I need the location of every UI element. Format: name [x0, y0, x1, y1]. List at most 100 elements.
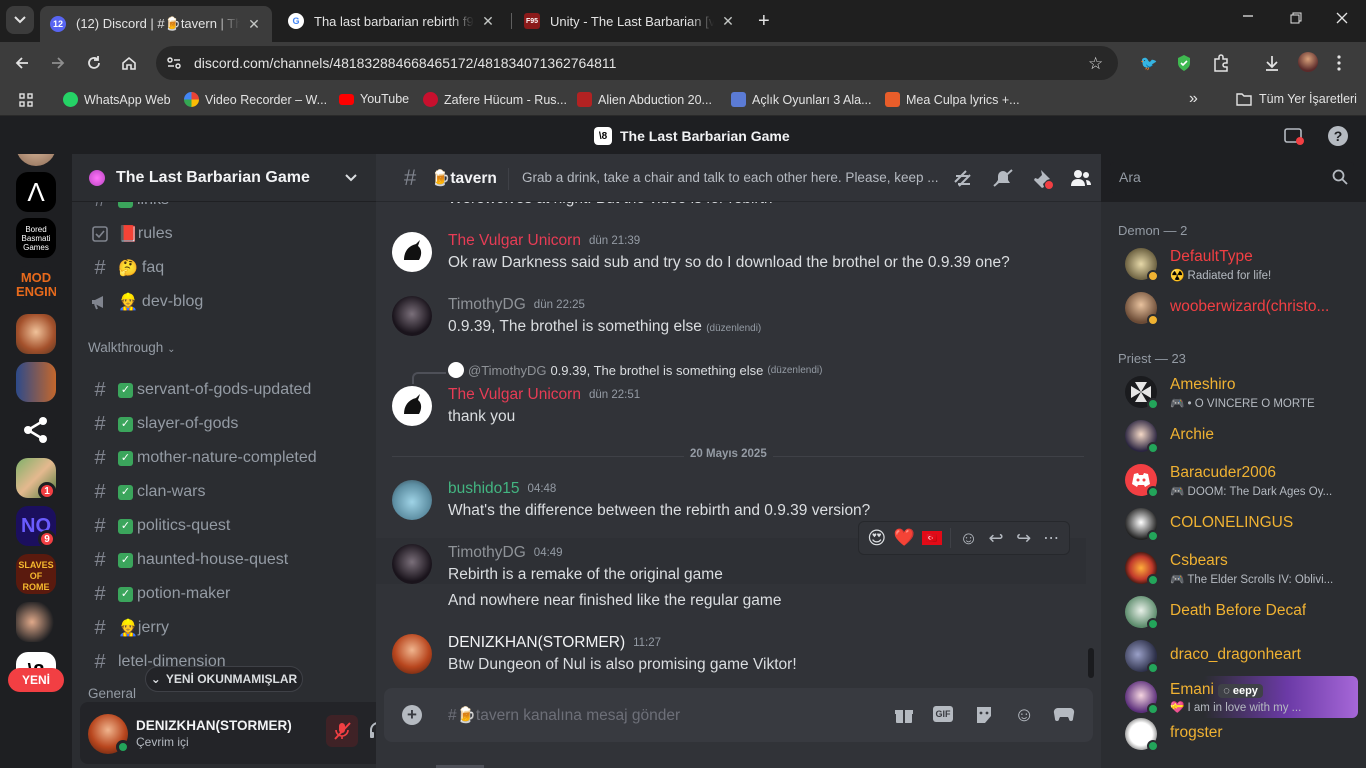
shield-extension-icon[interactable] — [1176, 54, 1192, 72]
member-item[interactable]: Death Before Decaf — [1125, 592, 1360, 636]
channel-links[interactable]: #✓links — [88, 202, 368, 216]
threads-icon[interactable] — [952, 168, 974, 188]
back-button[interactable] — [14, 55, 30, 71]
pinned-messages-icon[interactable] — [1032, 168, 1054, 190]
member-item[interactable]: DefaultType ☢️ Radiated for life! — [1125, 244, 1360, 288]
message-author[interactable]: TimothyDG — [448, 296, 526, 314]
channel-politics-quest[interactable]: # ✓ politics-quest — [88, 510, 368, 542]
browser-menu-icon[interactable] — [1336, 54, 1342, 72]
apps-grid-icon[interactable] — [19, 93, 33, 107]
gift-icon[interactable] — [894, 705, 914, 725]
add-reaction-icon[interactable]: ☺ — [955, 528, 983, 549]
user-avatar[interactable] — [392, 544, 432, 584]
new-unreads-button[interactable]: ⌄ YENİ OKUNMAMIŞLAR — [145, 666, 303, 692]
user-avatar[interactable] — [392, 480, 432, 520]
mute-mic-button[interactable] — [326, 715, 358, 747]
message-author[interactable]: The Vulgar Unicorn — [448, 232, 581, 250]
home-button[interactable] — [121, 55, 137, 71]
user-avatar[interactable] — [392, 296, 432, 336]
forward-icon[interactable]: ↪ — [1010, 528, 1038, 549]
category-general[interactable]: General — [88, 686, 136, 701]
channel-faq[interactable]: # 🤔 faq — [88, 252, 368, 284]
server-icon-share[interactable] — [16, 410, 56, 450]
channel-mother-nature-completed[interactable]: # ✓ mother-nature-completed — [88, 442, 368, 474]
browser-tab-google[interactable]: G Tha last barbarian rebirth f95 - G ✕ — [278, 6, 506, 36]
restore-window-button[interactable] — [1290, 12, 1302, 24]
browser-tab-discord[interactable]: 12 (12) Discord | #🍺tavern | The L ✕ — [40, 6, 272, 42]
search-bar[interactable]: Ara — [1110, 162, 1354, 193]
close-tab-icon[interactable]: ✕ — [480, 13, 496, 30]
channel-dev-blog[interactable]: 👷 dev-blog — [88, 286, 368, 318]
server-icon-warrior[interactable] — [16, 362, 56, 402]
member-list-icon[interactable] — [1070, 168, 1092, 188]
server-icon-bored-basmati[interactable]: Bored Basmati Games — [16, 218, 56, 258]
channel-rules[interactable]: 📕 rules — [88, 218, 368, 250]
new-tab-button[interactable]: + — [758, 10, 770, 33]
channel-clan-wars[interactable]: # ✓ clan-wars — [88, 476, 368, 508]
message-author[interactable]: DENIZKHAN(STORMER) — [448, 634, 625, 652]
reaction-turkey-flag[interactable]: 🇹🇷 — [918, 531, 946, 545]
channel-servant-of-gods-updated[interactable]: # ✓ servant-of-gods-updated — [88, 374, 368, 406]
bookmark-video-recorder[interactable]: Video Recorder – W... — [184, 92, 327, 107]
close-tab-icon[interactable]: ✕ — [246, 16, 262, 33]
member-item[interactable]: COLONELINGUS — [1125, 504, 1360, 548]
member-item-highlighted[interactable]: Emani ◌ eepy 💝 I am in love with my ... — [1121, 676, 1358, 718]
bookmark-star-icon[interactable]: ☆ — [1088, 54, 1103, 74]
member-item[interactable]: Archie — [1125, 416, 1360, 460]
member-item[interactable]: Ameshiro 🎮 • O VINCERE O MORTE — [1125, 372, 1360, 416]
site-info-icon[interactable] — [166, 55, 182, 71]
add-attachment-icon[interactable]: + — [402, 705, 422, 725]
server-icon-mod-engine[interactable]: MODENGINE — [16, 266, 56, 306]
gif-icon[interactable]: GIF — [933, 706, 953, 722]
twitter-extension-icon[interactable]: 🐦 — [1140, 55, 1157, 71]
category-walkthrough[interactable]: Walkthrough ⌄ — [88, 340, 175, 355]
address-bar[interactable]: discord.com/channels/481832884668465172/… — [156, 46, 1118, 80]
user-avatar[interactable] — [392, 386, 432, 426]
server-icon-slaves-of-rome[interactable]: SLAVES OF ROME — [16, 554, 56, 594]
member-item[interactable]: Csbears 🎮 The Elder Scrolls IV: Oblivi..… — [1125, 548, 1360, 592]
extensions-puzzle-icon[interactable] — [1212, 54, 1230, 72]
user-avatar[interactable] — [392, 232, 432, 272]
member-item[interactable]: draco_dragonheart — [1125, 636, 1360, 680]
user-avatar[interactable] — [392, 634, 432, 674]
emoji-icon[interactable]: ☺ — [1014, 704, 1034, 727]
browser-tab-f95[interactable]: F95 Unity - The Last Barbarian [v0.9 ✕ — [514, 6, 746, 36]
close-tab-icon[interactable]: ✕ — [720, 13, 736, 30]
apps-gamepad-icon[interactable] — [1053, 706, 1075, 722]
bookmark-whatsapp[interactable]: WhatsApp Web — [63, 92, 171, 107]
minimize-window-button[interactable] — [1242, 10, 1258, 26]
channel-topic[interactable]: Grab a drink, take a chair and talk to e… — [522, 170, 939, 185]
bookmark-aclik[interactable]: Açlık Oyunları 3 Ala... — [731, 92, 872, 107]
member-item[interactable]: Baracuder2006 🎮 DOOM: The Dark Ages Oy..… — [1125, 460, 1360, 504]
bookmark-alien[interactable]: Alien Abduction 20... — [577, 92, 712, 107]
sticker-icon[interactable] — [974, 705, 994, 725]
bookmark-mea-culpa[interactable]: Mea Culpa lyrics +... — [885, 92, 1020, 107]
close-window-button[interactable] — [1336, 12, 1348, 24]
bookmark-zafere[interactable]: Zafere Hücum - Rus... — [423, 92, 567, 107]
server-icon-pose[interactable] — [16, 602, 56, 642]
reaction-heart-eyes[interactable]: 😍 — [863, 528, 891, 549]
bookmark-youtube[interactable]: YouTube — [339, 92, 409, 106]
member-item[interactable]: frogster — [1125, 714, 1360, 758]
channel-haunted-house-quest[interactable]: # ✓ haunted-house-quest — [88, 544, 368, 576]
message-author[interactable]: bushido15 — [448, 480, 520, 498]
forward-button[interactable] — [50, 55, 66, 71]
more-options-icon[interactable]: ⋯ — [1037, 528, 1065, 548]
channel-slayer-of-gods[interactable]: # ✓ slayer-of-gods — [88, 408, 368, 440]
server-icon-lambda[interactable]: Λ — [16, 172, 56, 212]
help-icon[interactable]: ? — [1328, 126, 1348, 146]
server-icon-portrait[interactable] — [16, 154, 56, 166]
tab-list-button[interactable] — [6, 6, 34, 34]
message-input[interactable]: + #🍺tavern kanalına mesaj gönder GIF ☺ — [384, 688, 1093, 742]
server-header[interactable]: The Last Barbarian Game — [72, 154, 376, 202]
channel-potion-maker[interactable]: # ✓ potion-maker — [88, 578, 368, 610]
server-icon-redhead[interactable] — [16, 314, 56, 354]
profile-avatar[interactable] — [1298, 52, 1318, 72]
chat-scrollbar[interactable] — [1088, 648, 1094, 678]
notification-muted-icon[interactable] — [992, 168, 1014, 188]
more-bookmarks-icon[interactable]: » — [1189, 90, 1198, 108]
reply-icon[interactable]: ↩ — [982, 528, 1010, 549]
all-bookmarks-folder[interactable]: Tüm Yer İşaretleri — [1236, 92, 1357, 106]
reaction-heart[interactable]: ❤️ — [891, 528, 919, 548]
reply-preview[interactable]: @TimothyDG 0.9.39, The brothel is someth… — [448, 362, 822, 378]
